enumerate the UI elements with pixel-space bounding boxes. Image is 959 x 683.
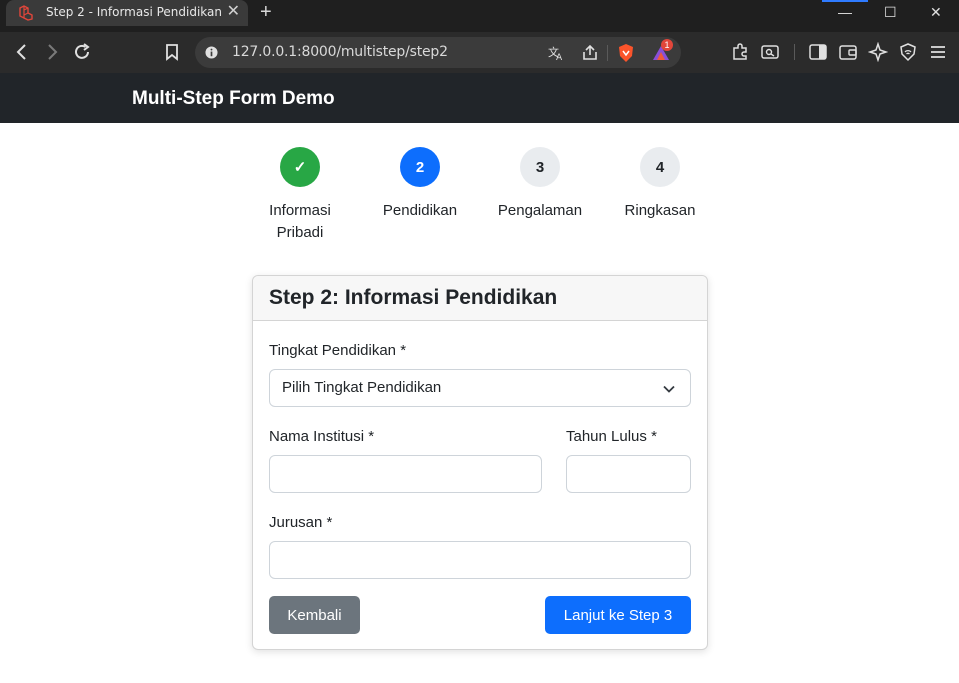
chevron-down-icon [663, 385, 675, 393]
step-4: 4 Ringkasan [600, 147, 720, 222]
step-3-number: 3 [520, 147, 560, 187]
new-tab-button[interactable]: + [260, 2, 272, 22]
step-1: ✓ Informasi Pribadi [240, 147, 360, 244]
next-step-button[interactable]: Lanjut ke Step 3 [545, 596, 691, 634]
extensions-icon[interactable] [730, 42, 750, 62]
browser-tab-bar: Step 2 - Informasi Pendidikan ✕ + — ☐ ✕ [0, 0, 959, 32]
back-button[interactable]: Kembali [269, 596, 360, 634]
step-2: 2 Pendidikan [360, 147, 480, 222]
step-4-label: Ringkasan [624, 202, 696, 219]
toolbar-separator [794, 44, 795, 60]
share-icon[interactable] [581, 44, 599, 62]
step-4-number: 4 [640, 147, 680, 187]
sidebar-icon[interactable] [808, 42, 828, 62]
minimize-button[interactable]: — [838, 4, 852, 20]
close-window-button[interactable]: ✕ [930, 4, 942, 20]
education-level-selected: Pilih Tingkat Pendidikan [282, 379, 442, 396]
graduation-year-input[interactable] [566, 455, 691, 493]
card-header: Step 2: Informasi Pendidikan [253, 276, 707, 321]
institution-label: Nama Institusi * [269, 428, 375, 445]
address-bar[interactable]: 127.0.0.1:8000/multistep/step2 文A 1 [195, 37, 681, 68]
step-2-label: Pendidikan [382, 202, 458, 219]
bookmark-icon[interactable] [162, 42, 182, 62]
reading-view-icon[interactable] [760, 42, 780, 62]
info-icon[interactable] [205, 46, 218, 59]
major-label: Jurusan * [269, 514, 333, 531]
education-level-select[interactable]: Pilih Tingkat Pendidikan [269, 369, 691, 407]
education-form-card: Step 2: Informasi Pendidikan Tingkat Pen… [252, 275, 708, 650]
step-3-label: Pengalaman [497, 202, 583, 219]
leo-ai-icon[interactable] [868, 42, 888, 62]
institution-input[interactable] [269, 455, 542, 493]
wallet-icon[interactable] [838, 42, 858, 62]
education-level-label: Tingkat Pendidikan * [269, 342, 407, 359]
svg-text:A: A [556, 53, 563, 62]
browser-toolbar: 127.0.0.1:8000/multistep/step2 文A 1 [0, 32, 959, 73]
forward-icon[interactable] [42, 42, 62, 62]
laravel-icon [19, 5, 33, 21]
vpn-icon[interactable] [898, 42, 918, 62]
form-title: Step 2: Informasi Pendidikan [269, 286, 558, 309]
step-2-number: 2 [400, 147, 440, 187]
app-navbar: Multi-Step Form Demo [0, 73, 959, 123]
address-separator [607, 45, 608, 61]
window-accent [822, 0, 868, 2]
url-text[interactable]: 127.0.0.1:8000/multistep/step2 [232, 44, 448, 60]
major-input[interactable] [269, 541, 691, 579]
tab-close-icon[interactable]: ✕ [227, 3, 240, 21]
step-1-label: Informasi Pribadi [269, 202, 331, 241]
maximize-button[interactable]: ☐ [884, 4, 897, 20]
reload-icon[interactable] [72, 42, 92, 62]
step-3: 3 Pengalaman [480, 147, 600, 222]
translate-icon[interactable]: 文A [547, 44, 565, 62]
brave-shield-icon[interactable] [617, 43, 635, 63]
graduation-year-label: Tahun Lulus * [566, 428, 657, 445]
rewards-badge: 1 [661, 39, 673, 51]
browser-tab[interactable]: Step 2 - Informasi Pendidikan ✕ [6, 0, 248, 26]
tab-title: Step 2 - Informasi Pendidikan [46, 5, 223, 19]
navbar-brand[interactable]: Multi-Step Form Demo [132, 88, 335, 110]
menu-icon[interactable] [928, 42, 948, 62]
step-1-check-icon: ✓ [280, 147, 320, 187]
back-icon[interactable] [12, 42, 32, 62]
